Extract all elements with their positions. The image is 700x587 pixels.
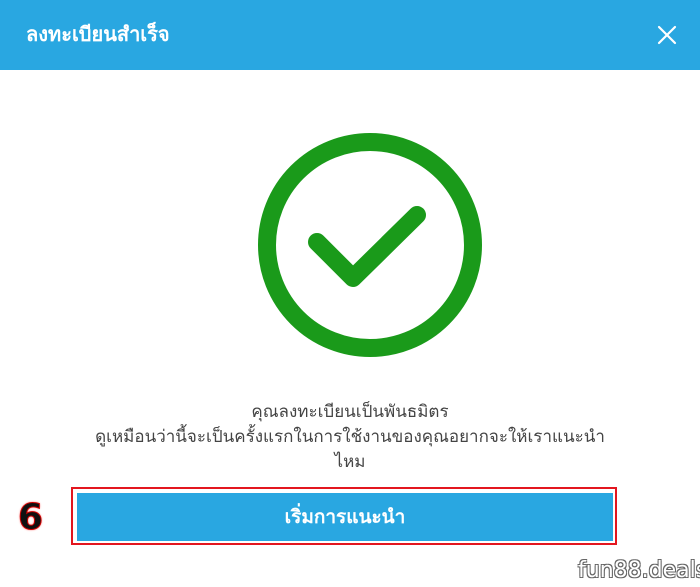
close-button[interactable] [652, 20, 682, 50]
success-message: คุณลงทะเบียนเป็นพันธมิตร ดูเหมือนว่านี้จ… [40, 400, 660, 475]
success-status [255, 130, 485, 360]
step-number-annotation: 6 [17, 497, 44, 539]
dialog-header: ลงทะเบียนสำเร็จ [0, 0, 700, 70]
dialog-title: ลงทะเบียนสำเร็จ [26, 22, 170, 46]
close-icon [657, 25, 677, 45]
check-circle-icon [258, 133, 482, 357]
message-line-3: ไหม [334, 452, 366, 472]
registration-success-dialog: ลงทะเบียนสำเร็จ คุณลงทะเบียนเป็นพันธมิตร… [0, 0, 700, 587]
message-line-2: ดูเหมือนว่านี้จะเป็นครั้งแรกในการใช้งานข… [95, 427, 605, 447]
start-tour-button[interactable]: เริ่มการแนะนำ [77, 493, 613, 541]
message-line-1: คุณลงทะเบียนเป็นพันธมิตร [251, 402, 449, 422]
watermark: fun88.deals [578, 558, 700, 583]
